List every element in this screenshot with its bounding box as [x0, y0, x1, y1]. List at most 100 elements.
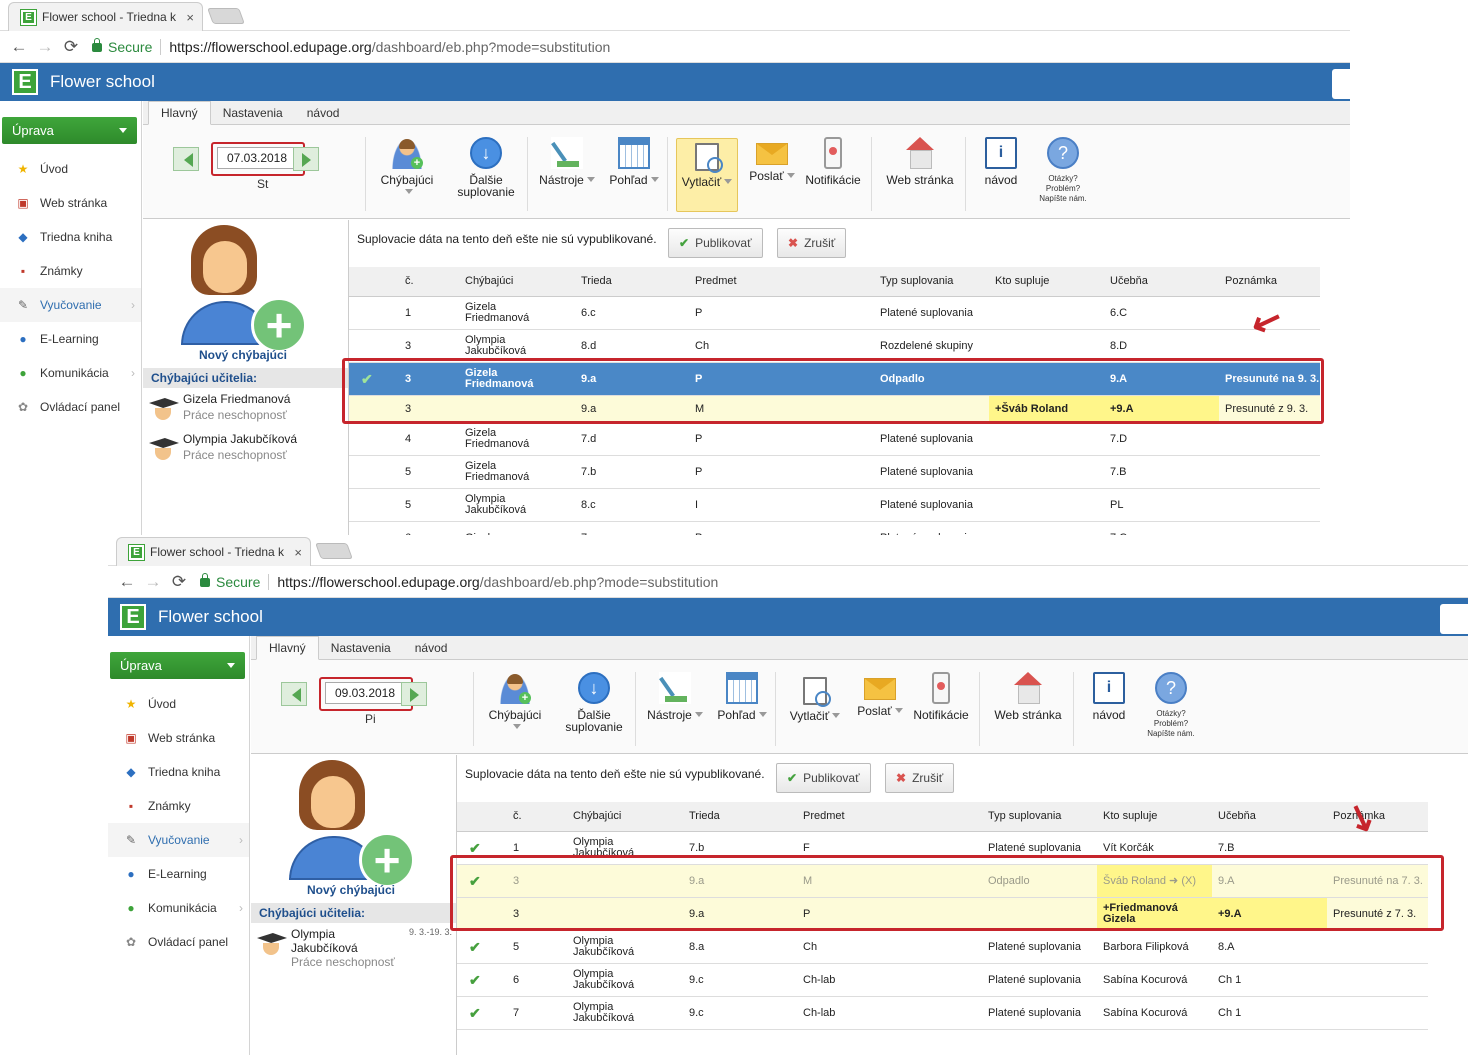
browser-tab[interactable]: E Flower school - Triedna k × — [116, 537, 311, 566]
sidebar-item-7[interactable]: ✿ Ovládací panel — [108, 925, 249, 959]
sidebar-item-7[interactable]: ✿ Ovládací panel — [0, 390, 141, 424]
col-number-header[interactable]: č. — [405, 267, 414, 296]
publish-button[interactable]: ✔ Publikovať — [668, 228, 763, 258]
absent-person-icon — [499, 672, 531, 704]
next-substitution-button[interactable]: ↓ Ďalšie suplovanie — [559, 672, 629, 733]
header-menu-button[interactable] — [1332, 69, 1350, 99]
new-absent-avatar-icon[interactable]: + — [181, 225, 307, 353]
col-room-header[interactable]: Učebňa — [1110, 267, 1148, 296]
table-row[interactable]: ✔ 6 Olympia Jakubčíková 9.c Ch-lab Platené sup… — [457, 964, 1428, 997]
col-class-header[interactable]: Trieda — [581, 267, 612, 296]
reload-icon[interactable]: ⟳ — [168, 572, 190, 592]
col-type-header[interactable]: Typ suplovania — [880, 267, 953, 296]
sidebar-item-1[interactable]: ▣ Web stránka — [0, 186, 141, 220]
view-button[interactable]: Pohľad — [605, 137, 663, 186]
back-icon[interactable]: ← — [116, 572, 138, 592]
ribbon-tab-2[interactable]: návod — [295, 102, 352, 124]
table-row[interactable]: ✔ 5 Olympia Jakubčíková 8.a Ch Platené suplova… — [457, 931, 1428, 964]
col-type-header[interactable]: Typ suplovania — [988, 802, 1061, 831]
cancel-button[interactable]: ✖ Zrušiť — [885, 763, 955, 793]
publish-button[interactable]: ✔ Publikovať — [776, 763, 871, 793]
website-button[interactable]: Web stránka — [991, 672, 1065, 721]
new-absent-avatar-icon[interactable]: + — [289, 760, 415, 888]
col-room-header[interactable]: Učebňa — [1218, 802, 1256, 831]
col-subject-header[interactable]: Predmet — [803, 802, 845, 831]
sidebar-item-4[interactable]: ✎ Vyučovanie › — [108, 823, 249, 857]
url-field[interactable]: Secure https://flowerschool.edupage.org … — [200, 570, 1468, 594]
sidebar-item-5[interactable]: ● E-Learning — [0, 322, 141, 356]
sidebar-item-3[interactable]: ▪ Známky — [0, 254, 141, 288]
sidebar-item-6[interactable]: ● Komunikácia › — [0, 356, 141, 390]
guide-button[interactable]: i návod — [1087, 672, 1131, 721]
col-note-header[interactable]: Poznámka — [1225, 267, 1277, 296]
table-row[interactable]: 4 Gizela Friedmanová 7.d P Platené suplovania… — [349, 423, 1320, 456]
absent-button[interactable]: Chýbajúci — [379, 137, 435, 198]
sidebar-item-2[interactable]: ◆ Triedna kniha — [0, 220, 141, 254]
next-substitution-button[interactable]: ↓ Ďalšie suplovanie — [451, 137, 521, 198]
sidebar-item-6[interactable]: ● Komunikácia › — [108, 891, 249, 925]
edupage-logo-icon[interactable]: E — [120, 604, 146, 630]
send-button[interactable]: Poslať — [743, 137, 801, 182]
tools-button[interactable]: Nástroje — [537, 137, 597, 186]
guide-button[interactable]: i návod — [979, 137, 1023, 186]
notifications-button[interactable]: Notifikácie — [911, 672, 971, 721]
prev-day-button[interactable] — [173, 147, 199, 171]
col-number-header[interactable]: č. — [513, 802, 522, 831]
absent-teacher-item[interactable]: Olympia Jakubčíková Práce neschopnosť — [149, 430, 344, 468]
new-absent-link[interactable]: Nový chýbajúci — [251, 883, 451, 897]
col-substitute-header[interactable]: Kto supluje — [1103, 802, 1157, 831]
absent-teacher-item[interactable]: Gizela Friedmanová Práce neschopnosť — [149, 390, 344, 428]
edit-menu-button[interactable]: Úprava — [110, 652, 245, 679]
col-substitute-header[interactable]: Kto supluje — [995, 267, 1049, 296]
sidebar-item-0[interactable]: ★ Úvod — [108, 687, 249, 721]
next-day-button[interactable] — [401, 682, 427, 706]
ribbon-tab-1[interactable]: Nastavenia — [319, 637, 403, 659]
col-absent-header[interactable]: Chýbajúci — [573, 802, 621, 831]
forward-icon[interactable]: → — [34, 37, 56, 57]
header-menu-button[interactable] — [1440, 604, 1468, 634]
sidebar-item-0[interactable]: ★ Úvod — [0, 152, 141, 186]
sidebar-item-5[interactable]: ● E-Learning — [108, 857, 249, 891]
sidebar-item-2[interactable]: ◆ Triedna kniha — [108, 755, 249, 789]
url-field[interactable]: Secure https://flowerschool.edupage.org … — [92, 35, 1350, 59]
close-tab-icon[interactable]: × — [186, 10, 194, 25]
notifications-button[interactable]: Notifikácie — [803, 137, 863, 186]
next-day-button[interactable] — [293, 147, 319, 171]
close-tab-icon[interactable]: × — [294, 545, 302, 560]
ribbon-tab-0[interactable]: Hlavný — [148, 101, 211, 125]
col-class-header[interactable]: Trieda — [689, 802, 720, 831]
ribbon-tab-2[interactable]: návod — [403, 637, 460, 659]
sidebar-item-3[interactable]: ▪ Známky — [108, 789, 249, 823]
new-tab-button[interactable] — [207, 8, 245, 24]
print-button[interactable]: Vytlačiť — [784, 673, 846, 747]
ribbon-tab-0[interactable]: Hlavný — [256, 636, 319, 660]
tools-button[interactable]: Nástroje — [645, 672, 705, 721]
new-tab-button[interactable] — [315, 543, 353, 559]
absent-button[interactable]: Chýbajúci — [487, 672, 543, 733]
col-subject-header[interactable]: Predmet — [695, 267, 737, 296]
ribbon-tab-1[interactable]: Nastavenia — [211, 102, 295, 124]
website-button[interactable]: Web stránka — [883, 137, 957, 186]
prev-day-button[interactable] — [281, 682, 307, 706]
browser-tab[interactable]: E Flower school - Triedna k × — [8, 2, 203, 31]
sidebar-item-1[interactable]: ▣ Web stránka — [108, 721, 249, 755]
cancel-button[interactable]: ✖ Zrušiť — [777, 228, 847, 258]
sidebar-item-4[interactable]: ✎ Vyučovanie › — [0, 288, 141, 322]
send-button[interactable]: Poslať — [851, 672, 909, 717]
table-row[interactable]: 1 Gizela Friedmanová 6.c P Platené suplovania… — [349, 297, 1320, 330]
help-button[interactable]: ? Otázky? Problém? Napíšte nám. — [1033, 137, 1093, 204]
table-row[interactable]: 5 Gizela Friedmanová 7.b P Platené suplovania… — [349, 456, 1320, 489]
table-row[interactable]: ✔ 7 Olympia Jakubčíková 9.c Ch-lab Platené sup… — [457, 997, 1428, 1030]
col-absent-header[interactable]: Chýbajúci — [465, 267, 513, 296]
absent-teacher-item[interactable]: Olympia Jakubčíková Práce neschopnosť 9. 3… — [257, 925, 452, 969]
print-button[interactable]: Vytlačiť — [676, 138, 738, 212]
edupage-logo-icon[interactable]: E — [12, 69, 38, 95]
new-absent-link[interactable]: Nový chýbajúci — [143, 348, 343, 362]
reload-icon[interactable]: ⟳ — [60, 37, 82, 57]
back-icon[interactable]: ← — [8, 37, 30, 57]
forward-icon[interactable]: → — [142, 572, 164, 592]
help-button[interactable]: ? Otázky? Problém? Napíšte nám. — [1141, 672, 1201, 739]
table-row[interactable]: 5 Olympia Jakubčíková 8.c I Platené suplovani… — [349, 489, 1320, 522]
view-button[interactable]: Pohľad — [713, 672, 771, 721]
edit-menu-button[interactable]: Úprava — [2, 117, 137, 144]
